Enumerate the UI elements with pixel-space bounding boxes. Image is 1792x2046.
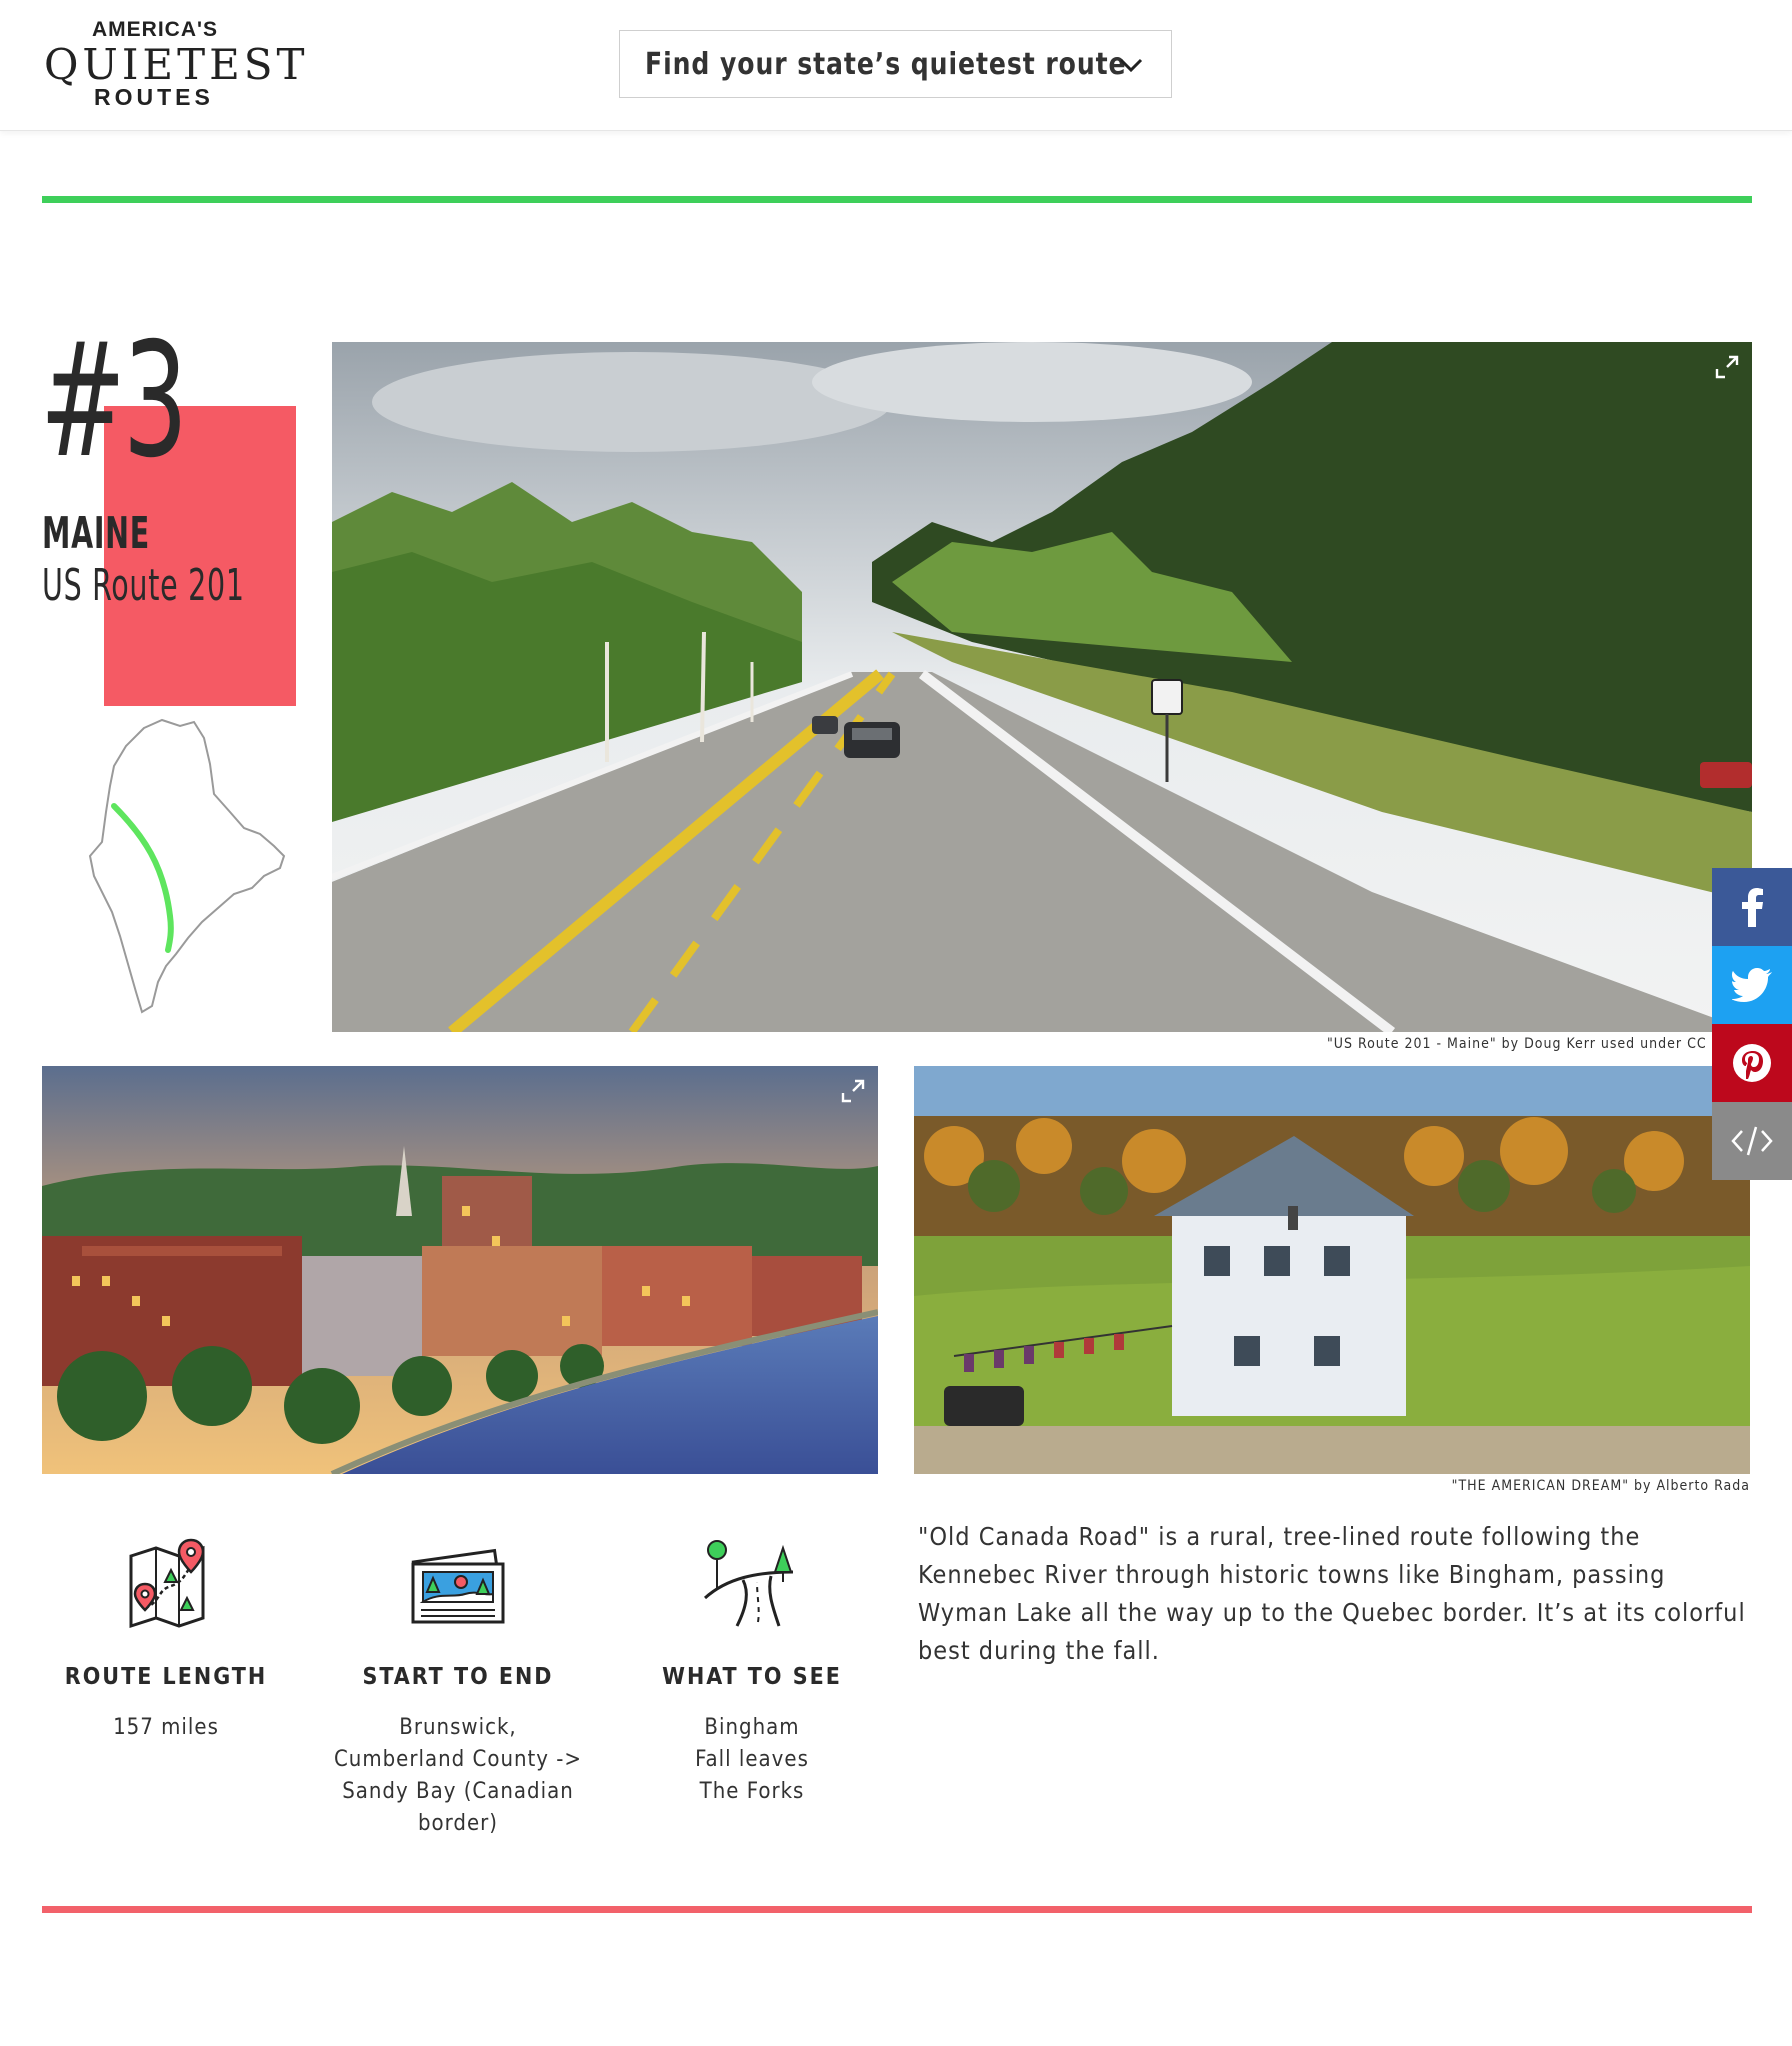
embed-code-icon: [1731, 1126, 1773, 1156]
town-riverside-photo[interactable]: [42, 1066, 878, 1474]
site-header: AMERICA'S QUIETEST ROUTES Find your stat…: [0, 0, 1792, 131]
pinterest-share-button[interactable]: [1712, 1024, 1792, 1102]
pinterest-icon: [1733, 1044, 1771, 1082]
info-line: 157 miles: [113, 1715, 219, 1740]
info-title: WHAT TO SEE: [662, 1664, 842, 1690]
main-route-photo[interactable]: [332, 342, 1752, 1032]
map-pins-icon: [129, 1538, 205, 1629]
farmhouse-photo[interactable]: [914, 1066, 1750, 1474]
dropdown-label: Find your state’s quietest route: [645, 46, 1127, 82]
logo-line-1: AMERICA'S: [92, 18, 218, 41]
facebook-share-button[interactable]: [1712, 868, 1792, 946]
info-line: border): [417, 1811, 499, 1836]
info-line: Cumberland County ->: [333, 1747, 583, 1772]
info-line: Fall leaves: [695, 1747, 809, 1772]
section-divider-top: [42, 196, 1752, 203]
facebook-icon: [1742, 888, 1763, 927]
state-name: MAINE: [42, 508, 150, 559]
info-line: Bingham: [704, 1715, 800, 1740]
route-description: "Old Canada Road" is a rural, tree-lined…: [918, 1522, 1746, 1665]
start-to-end-info: START TO END Brunswick, Cumberland Count…: [328, 1526, 588, 1840]
info-line: Sandy Bay (Canadian: [342, 1779, 574, 1804]
twitter-icon: [1732, 968, 1772, 1002]
main-photo-caption: "US Route 201 - Maine" by Doug Kerr used…: [1326, 1036, 1752, 1052]
expand-icon[interactable]: [1714, 354, 1740, 380]
embed-code-button[interactable]: [1712, 1102, 1792, 1180]
route-name: US Route 201: [42, 560, 245, 611]
site-logo[interactable]: AMERICA'S QUIETEST ROUTES: [44, 18, 305, 118]
what-to-see-info: WHAT TO SEE Bingham Fall leaves The Fork…: [622, 1526, 882, 1808]
twitter-share-button[interactable]: [1712, 946, 1792, 1024]
info-value: Bingham Fall leaves The Forks: [622, 1712, 882, 1808]
info-title: START TO END: [362, 1664, 554, 1690]
state-route-dropdown[interactable]: Find your state’s quietest route: [619, 30, 1172, 98]
info-title: ROUTE LENGTH: [64, 1664, 268, 1690]
maine-route-map-icon: [88, 718, 286, 1014]
chevron-down-icon: [1119, 58, 1143, 73]
rank-number: #3: [40, 309, 188, 493]
expand-icon[interactable]: [840, 1078, 866, 1104]
winding-road-icon: [703, 1540, 794, 1627]
info-value: Brunswick, Cumberland County -> Sandy Ba…: [328, 1712, 588, 1840]
logo-line-2: QUIETEST: [44, 40, 309, 89]
logo-line-3: ROUTES: [94, 84, 214, 110]
section-divider-bottom: [42, 1906, 1752, 1913]
landscape-photos-icon: [411, 1548, 505, 1624]
info-line: Brunswick,: [399, 1715, 517, 1740]
house-photo-caption: "THE AMERICAN DREAM" by Alberto Rada: [1451, 1478, 1750, 1494]
info-value: 157 miles: [36, 1712, 296, 1744]
route-length-info: ROUTE LENGTH 157 miles: [36, 1526, 296, 1744]
info-line: The Forks: [699, 1779, 805, 1804]
